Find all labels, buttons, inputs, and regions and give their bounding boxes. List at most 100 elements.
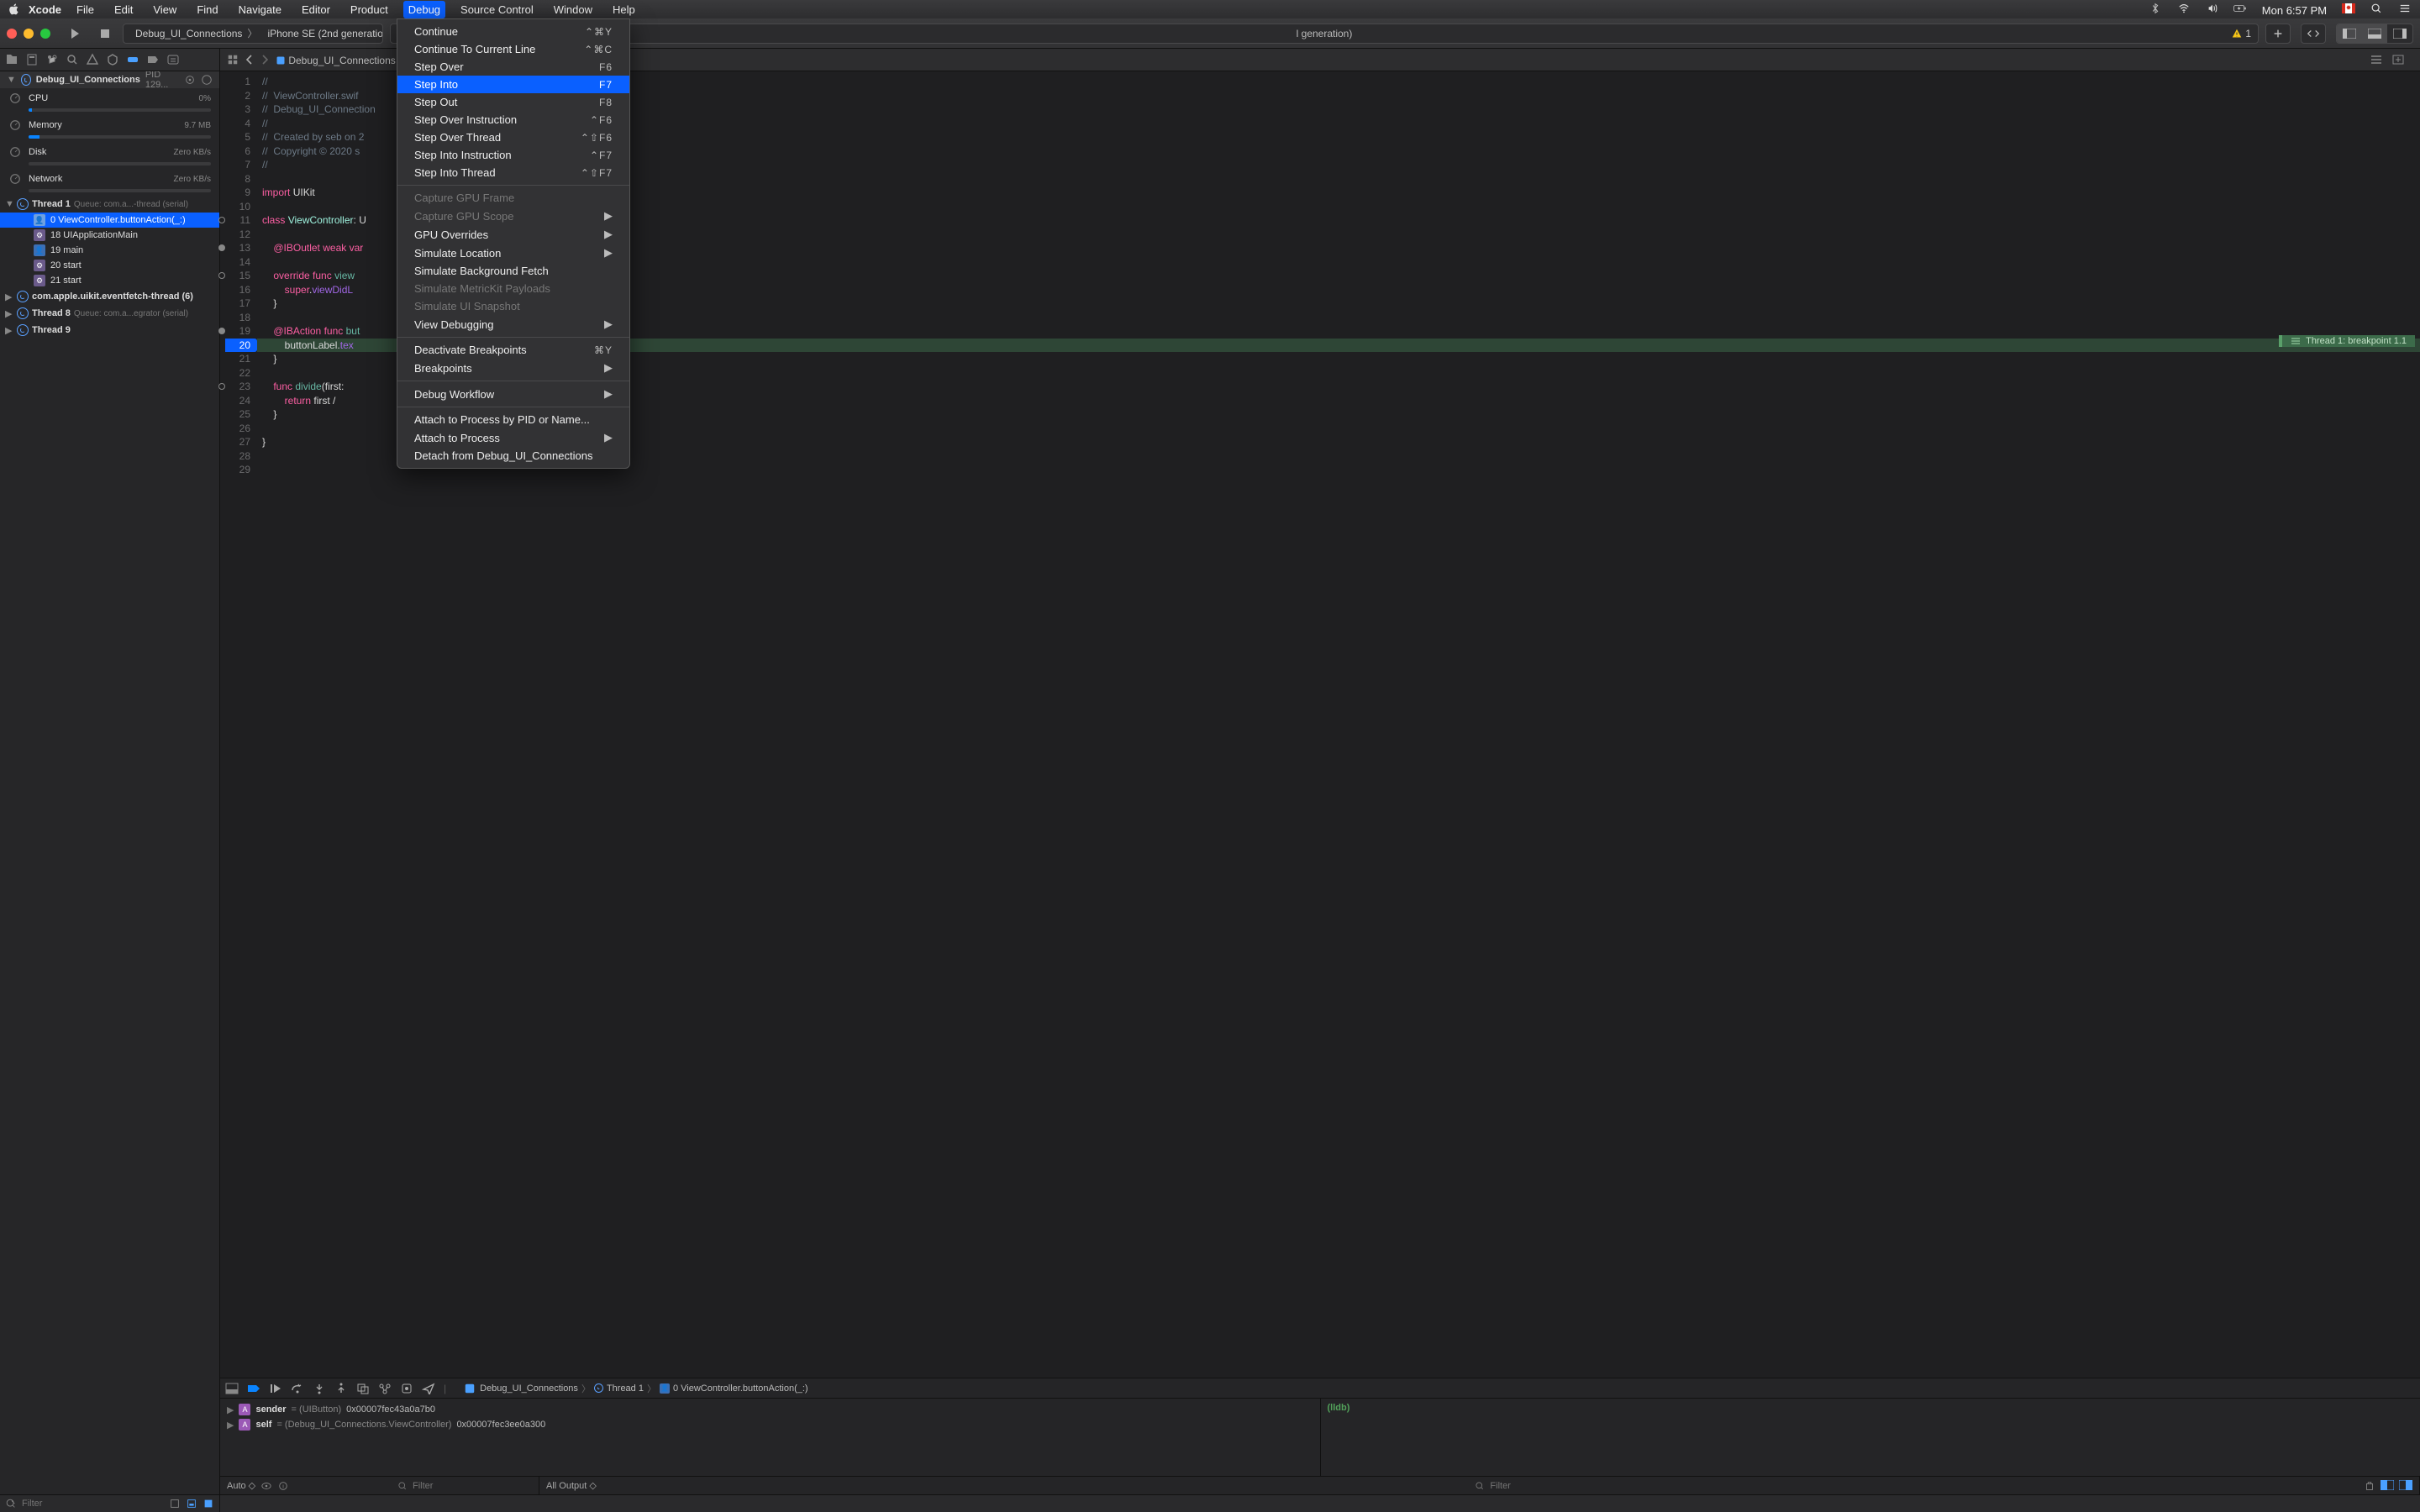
toggle-debug-area-button[interactable] <box>2362 24 2387 43</box>
stack-frame-row[interactable]: ⚙ 20 start <box>0 258 219 273</box>
console-filter-input[interactable] <box>1490 1481 2359 1491</box>
debug-memory-graph-icon[interactable] <box>378 1383 392 1394</box>
status-warning[interactable]: 1 <box>2232 28 2251 39</box>
line-number[interactable]: 2 <box>220 89 257 103</box>
menubar-item-navigate[interactable]: Navigate <box>234 1 287 18</box>
window-minimize-button[interactable] <box>24 29 34 39</box>
line-number[interactable]: 1 <box>220 75 257 89</box>
menubar-item-file[interactable]: File <box>71 1 99 18</box>
menu-item-detach-from-debug-ui-connections[interactable]: Detach from Debug_UI_Connections <box>397 447 629 465</box>
wifi-icon[interactable] <box>2177 3 2191 14</box>
line-number[interactable]: 24 <box>220 394 257 408</box>
variable-row[interactable]: ▶A self = (Debug_UI_Connections.ViewCont… <box>227 1417 1313 1432</box>
bluetooth-icon[interactable] <box>2149 3 2162 14</box>
nav-forward-icon[interactable] <box>260 55 269 65</box>
editor-gutter[interactable]: 1234567891011121314151617181920212223242… <box>220 71 257 1378</box>
volume-icon[interactable] <box>2206 3 2219 14</box>
nav-symbols-icon[interactable] <box>45 53 59 66</box>
editor-lines-icon[interactable] <box>2370 54 2383 66</box>
menubar-item-edit[interactable]: Edit <box>109 1 138 18</box>
line-number[interactable]: 11 <box>220 213 257 228</box>
menu-item-continue-to-current-line[interactable]: Continue To Current Line⌃⌘C <box>397 40 629 58</box>
nav-find-icon[interactable] <box>66 53 79 66</box>
code-review-button[interactable] <box>2301 24 2326 44</box>
crumb-project[interactable]: Debug_UI_Connections <box>288 55 395 66</box>
environment-overrides-icon[interactable] <box>400 1383 413 1394</box>
thread-row[interactable]: ▶ Thread 9 <box>0 322 219 339</box>
menu-item-step-into-thread[interactable]: Step Into Thread⌃⇧F7 <box>397 164 629 181</box>
line-number[interactable]: 17 <box>220 297 257 311</box>
gauge-network[interactable]: NetworkZero KB/s <box>0 169 219 189</box>
nav-project-icon[interactable] <box>5 53 18 66</box>
menubar-clock[interactable]: Mon 6:57 PM <box>2262 4 2327 17</box>
line-number[interactable]: 5 <box>220 130 257 144</box>
stack-frame-row[interactable]: ⚙ 18 UIApplicationMain <box>0 228 219 243</box>
line-number[interactable]: 4 <box>220 117 257 131</box>
step-into-icon[interactable] <box>313 1383 326 1394</box>
line-number[interactable]: 19 <box>220 324 257 339</box>
view-options-icon[interactable] <box>201 74 213 86</box>
menu-item-simulate-location[interactable]: Simulate Location▶ <box>397 244 629 262</box>
stack-frame-row[interactable]: 👤 19 main <box>0 243 219 258</box>
menu-item-step-over-thread[interactable]: Step Over Thread⌃⇧F6 <box>397 129 629 146</box>
line-number[interactable]: 13 <box>220 241 257 255</box>
menubar-item-product[interactable]: Product <box>345 1 393 18</box>
step-over-icon[interactable] <box>291 1383 304 1394</box>
toggle-inspectors-button[interactable] <box>2387 24 2412 43</box>
line-number[interactable]: 25 <box>220 407 257 422</box>
line-number[interactable]: 8 <box>220 172 257 186</box>
hide-debug-icon[interactable] <box>225 1383 239 1394</box>
thread-row[interactable]: ▶ com.apple.uikit.eventfetch-thread (6) <box>0 288 219 305</box>
battery-icon[interactable] <box>2233 3 2247 14</box>
menubar-item-debug[interactable]: Debug <box>403 1 445 18</box>
variables-scope-selector[interactable]: Auto ◇ <box>227 1480 255 1491</box>
nav-issues-icon[interactable] <box>86 53 99 66</box>
menu-item-debug-workflow[interactable]: Debug Workflow▶ <box>397 385 629 403</box>
menu-item-step-out[interactable]: Step OutF8 <box>397 93 629 111</box>
stack-frame-row[interactable]: 👤 0 ViewController.buttonAction(_:) <box>0 213 219 228</box>
line-number[interactable]: 15 <box>220 269 257 283</box>
menu-item-simulate-background-fetch[interactable]: Simulate Background Fetch <box>397 262 629 280</box>
related-items-icon[interactable] <box>227 54 239 66</box>
control-center-icon[interactable] <box>2398 3 2412 14</box>
clear-console-icon[interactable] <box>2364 1480 2375 1492</box>
process-header[interactable]: ▼ Debug_UI_Connections PID 129... <box>0 71 219 88</box>
variables-view[interactable]: ▶A sender = (UIButton) 0x00007fec43a0a7b… <box>220 1399 1321 1476</box>
line-number[interactable]: 6 <box>220 144 257 159</box>
library-button[interactable] <box>2265 24 2291 44</box>
menubar-item-help[interactable]: Help <box>608 1 640 18</box>
line-number[interactable]: 10 <box>220 200 257 214</box>
menu-item-continue[interactable]: Continue⌃⌘Y <box>397 23 629 40</box>
window-zoom-button[interactable] <box>40 29 50 39</box>
memgraph-icon[interactable] <box>184 74 196 86</box>
line-number[interactable]: 16 <box>220 283 257 297</box>
menu-item-breakpoints[interactable]: Breakpoints▶ <box>397 359 629 377</box>
vars-filter-icon[interactable] <box>397 1481 408 1491</box>
console-filter-icon[interactable] <box>1475 1481 1485 1491</box>
toggle-console-pane-icon[interactable] <box>2399 1480 2412 1490</box>
nav-reports-icon[interactable] <box>166 53 180 66</box>
gauge-cpu[interactable]: CPU0% <box>0 88 219 108</box>
nav-tests-icon[interactable] <box>106 53 119 66</box>
filter-icon[interactable] <box>5 1498 17 1509</box>
line-number[interactable]: 3 <box>220 102 257 117</box>
editor-add-icon[interactable] <box>2391 54 2405 66</box>
menu-item-attach-to-process-by-pid-or-name-[interactable]: Attach to Process by PID or Name... <box>397 411 629 428</box>
line-number[interactable]: 28 <box>220 449 257 464</box>
continue-icon[interactable] <box>269 1383 282 1394</box>
menu-item-step-over[interactable]: Step OverF6 <box>397 58 629 76</box>
debug-view-hierarchy-icon[interactable] <box>356 1383 370 1394</box>
line-number[interactable]: 9 <box>220 186 257 200</box>
line-number[interactable]: 7 <box>220 158 257 172</box>
line-number[interactable]: 26 <box>220 422 257 436</box>
line-number[interactable]: 12 <box>220 228 257 242</box>
filter-crashed-icon[interactable] <box>186 1498 197 1509</box>
breakpoints-toggle-icon[interactable] <box>247 1383 260 1394</box>
thread-row[interactable]: ▶ Thread 8 Queue: com.a...egrator (seria… <box>0 305 219 322</box>
gauge-memory[interactable]: Memory9.7 MB <box>0 115 219 135</box>
nav-breakpoints-icon[interactable] <box>146 53 160 66</box>
menu-item-attach-to-process[interactable]: Attach to Process▶ <box>397 428 629 447</box>
menubar-item-editor[interactable]: Editor <box>297 1 335 18</box>
stack-frame-row[interactable]: ⚙ 21 start <box>0 273 219 288</box>
menubar-app-name[interactable]: Xcode <box>29 3 61 16</box>
